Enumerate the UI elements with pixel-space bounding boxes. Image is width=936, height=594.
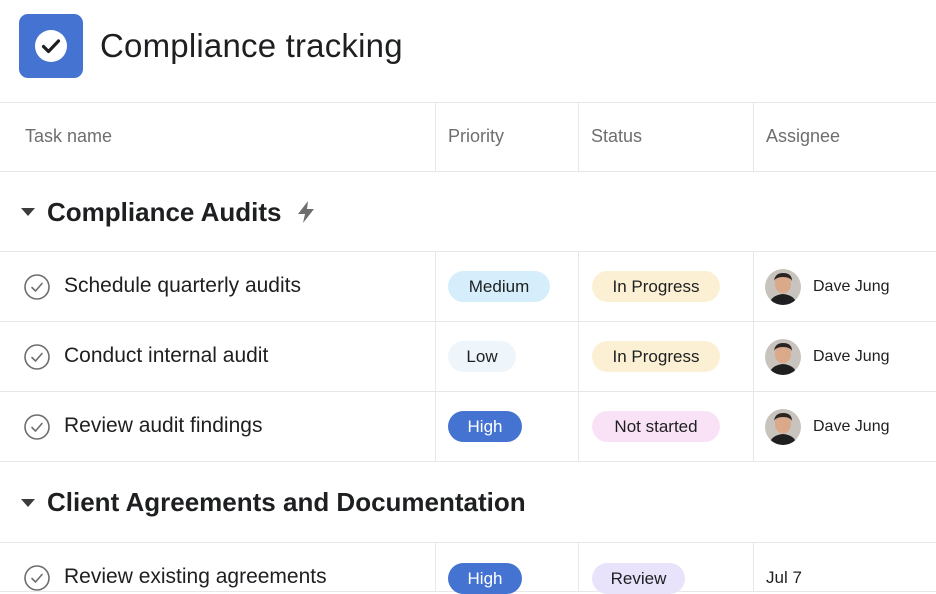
task-name[interactable]: Review audit findings: [64, 411, 262, 441]
page-title: Compliance tracking: [100, 27, 403, 64]
complete-task-checkbox-icon[interactable]: [24, 414, 50, 440]
status-badge-in-progress[interactable]: In Progress: [592, 341, 720, 372]
priority-badge-high[interactable]: High: [448, 411, 522, 442]
complete-task-checkbox-icon[interactable]: [24, 344, 50, 370]
task-table: Task name Priority Status Assignee Compl…: [0, 102, 936, 594]
user-avatar-icon: [765, 339, 801, 375]
task-name[interactable]: Schedule quarterly audits: [64, 271, 301, 301]
collapse-caret-icon[interactable]: [21, 208, 35, 216]
column-header-assignee[interactable]: Assignee: [766, 102, 840, 171]
task-name[interactable]: Conduct internal audit: [64, 341, 268, 371]
status-badge-not-started[interactable]: Not started: [592, 411, 720, 442]
assignee-name[interactable]: Dave Jung: [813, 272, 890, 302]
avatar[interactable]: [765, 409, 801, 445]
due-date[interactable]: Jul 7: [766, 563, 802, 593]
task-name[interactable]: Review existing agreements: [64, 562, 327, 592]
column-header-status[interactable]: Status: [591, 102, 642, 171]
section-title-compliance-audits[interactable]: Compliance Audits: [47, 192, 282, 232]
page-header: Compliance tracking: [0, 0, 936, 102]
user-avatar-icon: [765, 409, 801, 445]
project-icon[interactable]: [19, 14, 83, 78]
column-header-task-name[interactable]: Task name: [25, 102, 112, 171]
user-avatar-icon: [765, 269, 801, 305]
status-badge-in-progress[interactable]: In Progress: [592, 271, 720, 302]
collapse-caret-icon[interactable]: [21, 499, 35, 507]
complete-task-checkbox-icon[interactable]: [24, 274, 50, 300]
avatar[interactable]: [765, 339, 801, 375]
checkmark-icon: [41, 39, 61, 54]
priority-badge-medium[interactable]: Medium: [448, 271, 550, 302]
avatar[interactable]: [765, 269, 801, 305]
status-badge-review[interactable]: Review: [592, 563, 685, 594]
priority-badge-high[interactable]: High: [448, 563, 522, 594]
assignee-name[interactable]: Dave Jung: [813, 412, 890, 442]
assignee-name[interactable]: Dave Jung: [813, 342, 890, 372]
section-title-client-agreements[interactable]: Client Agreements and Documentation: [47, 482, 526, 522]
lightning-bolt-icon[interactable]: [295, 200, 317, 224]
complete-task-checkbox-icon[interactable]: [24, 565, 50, 591]
column-header-priority[interactable]: Priority: [448, 102, 504, 171]
priority-badge-low[interactable]: Low: [448, 341, 516, 372]
